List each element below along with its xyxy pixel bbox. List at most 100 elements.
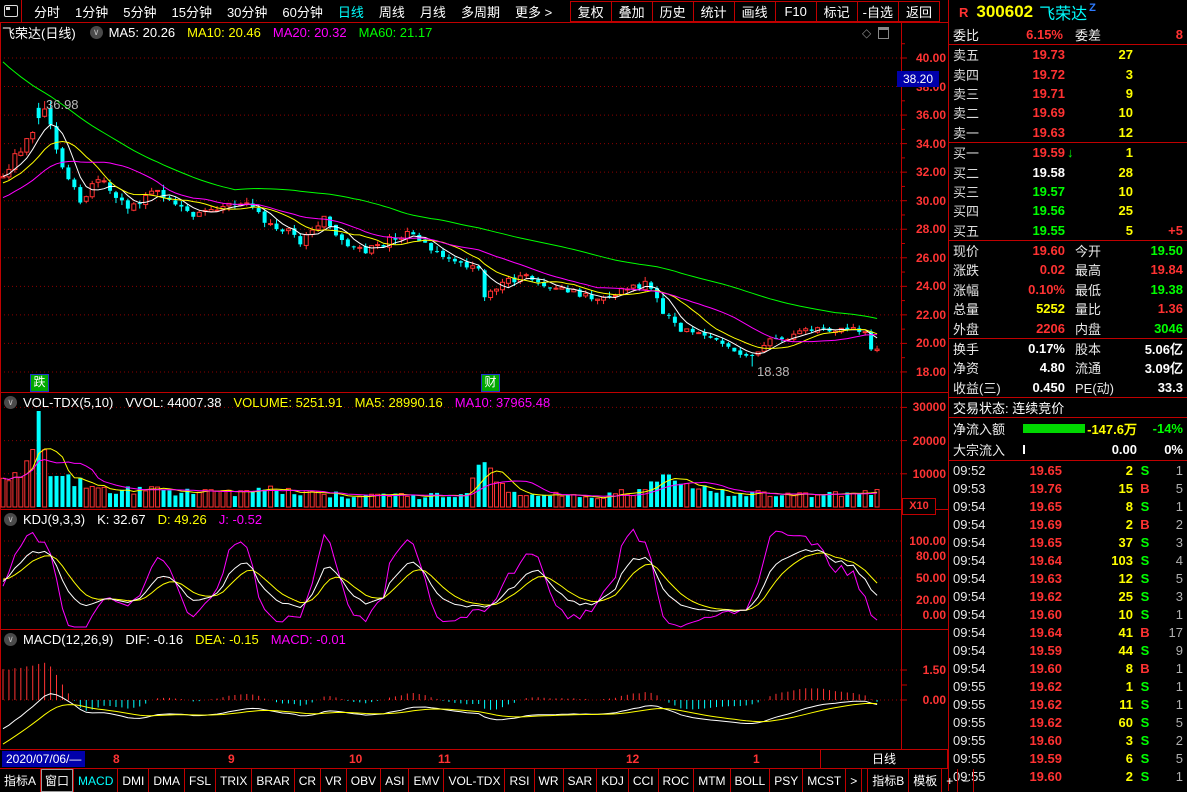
toolbar-button[interactable]: -自选 [857, 1, 899, 22]
event-marker-tag[interactable]: 财 [481, 374, 500, 392]
indicator-tab[interactable]: SAR [564, 769, 598, 792]
book-level-label: 买二 [953, 163, 993, 182]
tx-direction: S [1133, 769, 1157, 784]
volume-pane-header: ∨VOL-TDX(5,10)VVOL: 44007.38VOLUME: 5251… [2, 394, 562, 410]
ask-row[interactable]: 卖四19.723 [949, 64, 1187, 83]
indicator-value: K: 32.67 [97, 512, 145, 527]
indicator-tab[interactable]: 模板 [909, 769, 942, 792]
indicator-tab[interactable]: RSI [505, 769, 534, 792]
transaction-row: 09:5419.6312S5 [949, 569, 1187, 587]
event-marker-tag[interactable]: 跌 [30, 374, 49, 392]
indicator-tab[interactable]: DMA [149, 769, 185, 792]
flow-bar-fill [1023, 445, 1025, 454]
flow-value: 0.00 [1087, 442, 1137, 457]
tx-count: 1 [1157, 499, 1183, 514]
ask-row[interactable]: 卖二19.6910 [949, 103, 1187, 122]
indicator-tab[interactable]: VOL-TDX [444, 769, 505, 792]
toolbar-button[interactable]: 统计 [693, 1, 735, 22]
indicator-value: D: 49.26 [158, 512, 207, 527]
indicator-tab[interactable]: ROC [659, 769, 695, 792]
period-tab[interactable]: 5分钟 [123, 2, 156, 21]
indicator-tab[interactable]: OBV [347, 769, 381, 792]
indicator-tab[interactable]: TRIX [216, 769, 252, 792]
indicator-tab[interactable]: VR [321, 769, 347, 792]
book-level-label: 买四 [953, 201, 993, 220]
indicator-tab[interactable]: CR [295, 769, 321, 792]
axis-label: 40.00 [902, 51, 946, 65]
diamond-icon[interactable]: ◇ [862, 26, 871, 40]
bid-row[interactable]: 买二19.5828 [949, 162, 1187, 181]
indicator-tab[interactable]: − [958, 769, 974, 792]
chart-corner-icons: ◇ [862, 26, 889, 40]
flow-row: 净流入额-147.6万-14% [949, 418, 1187, 439]
tx-direction: S [1133, 607, 1157, 622]
tx-price: 19.65 [997, 463, 1062, 478]
indicator-tab[interactable]: PSY [770, 769, 803, 792]
tx-direction: S [1133, 463, 1157, 478]
period-tab[interactable]: 30分钟 [227, 2, 267, 21]
tx-price: 19.62 [997, 589, 1062, 604]
tx-price: 19.60 [997, 769, 1062, 784]
toolbar-button[interactable]: 叠加 [611, 1, 653, 22]
bid-row[interactable]: 买三19.5710 [949, 182, 1187, 201]
toolbar-button[interactable]: 返回 [898, 1, 940, 22]
indicator-tab[interactable]: EMV [409, 769, 444, 792]
period-tab[interactable]: 分时 [34, 2, 60, 21]
collapse-icon[interactable]: ∨ [4, 633, 17, 646]
book-price: 19.55 [993, 223, 1065, 238]
book-price: 19.56 [993, 203, 1065, 218]
period-tab[interactable]: 15分钟 [171, 2, 211, 21]
maximize-icon[interactable] [878, 27, 889, 39]
indicator-tab[interactable]: 指标A [0, 769, 41, 792]
collapse-icon[interactable]: ∨ [90, 26, 103, 39]
indicator-tab[interactable]: FSL [185, 769, 216, 792]
indicator-tab[interactable]: MCST [803, 769, 846, 792]
toolbar-button[interactable]: F10 [775, 1, 817, 22]
indicator-tab[interactable]: MACD [74, 769, 118, 792]
collapse-icon[interactable]: ∨ [4, 513, 17, 526]
main-chart-header: 飞荣达(日线)∨MA5: 20.26MA10: 20.46MA20: 20.32… [2, 24, 444, 40]
period-tab[interactable]: 1分钟 [75, 2, 108, 21]
period-tab[interactable]: 日线 [338, 2, 364, 21]
ask-row[interactable]: 卖一19.6312 [949, 123, 1187, 142]
bid-row[interactable]: 买五19.555+5 [949, 221, 1187, 240]
ask-row[interactable]: 卖三19.719 [949, 84, 1187, 103]
ask-row[interactable]: 卖五19.7327 [949, 45, 1187, 64]
toolbar-button[interactable]: 标记 [816, 1, 858, 22]
toolbar-button[interactable]: 画线 [734, 1, 776, 22]
bid-row[interactable]: 买一19.59↓1 [949, 143, 1187, 162]
month-label: 12 [626, 752, 639, 766]
toolbar-button[interactable]: 复权 [570, 1, 612, 22]
collapse-icon[interactable]: ∨ [4, 396, 17, 409]
period-label[interactable]: 日线 [820, 749, 948, 770]
period-tab[interactable]: 多周期 [461, 2, 500, 21]
indicator-tab[interactable]: WR [535, 769, 564, 792]
window-icon[interactable] [0, 0, 22, 22]
indicator-tab[interactable]: MTM [694, 769, 730, 792]
transaction-row: 09:5419.658S1 [949, 497, 1187, 515]
indicator-tab[interactable]: BOLL [731, 769, 771, 792]
indicator-tab[interactable]: ASI [381, 769, 409, 792]
period-tab[interactable]: 60分钟 [282, 2, 322, 21]
indicator-tab[interactable]: KDJ [597, 769, 629, 792]
tx-count: 5 [1157, 715, 1183, 730]
bid-row[interactable]: 买四19.5625 [949, 201, 1187, 220]
indicator-tab[interactable]: BRAR [252, 769, 294, 792]
indicator-tab[interactable]: DMI [118, 769, 149, 792]
indicator-tab[interactable]: CCI [629, 769, 659, 792]
indicator-tab[interactable]: 指标B [867, 769, 909, 792]
indicator-tab[interactable]: > [846, 769, 862, 792]
indicator-tab[interactable]: + [942, 769, 958, 792]
period-tab[interactable]: 更多 > [515, 2, 552, 21]
book-level-label: 卖五 [953, 45, 993, 64]
indicator-value: MA5: 28990.16 [355, 395, 443, 410]
book-volume: 5 [1082, 223, 1133, 238]
period-tab[interactable]: 月线 [420, 2, 446, 21]
transaction-row: 09:5319.7615B5 [949, 479, 1187, 497]
tx-time: 09:52 [953, 463, 997, 478]
tx-time: 09:54 [953, 553, 997, 568]
transaction-list[interactable]: 09:5219.652S109:5319.7615B509:5419.658S1… [949, 461, 1187, 785]
toolbar-button[interactable]: 历史 [652, 1, 694, 22]
period-tab[interactable]: 周线 [379, 2, 405, 21]
indicator-tab[interactable]: 窗口 [41, 769, 74, 792]
